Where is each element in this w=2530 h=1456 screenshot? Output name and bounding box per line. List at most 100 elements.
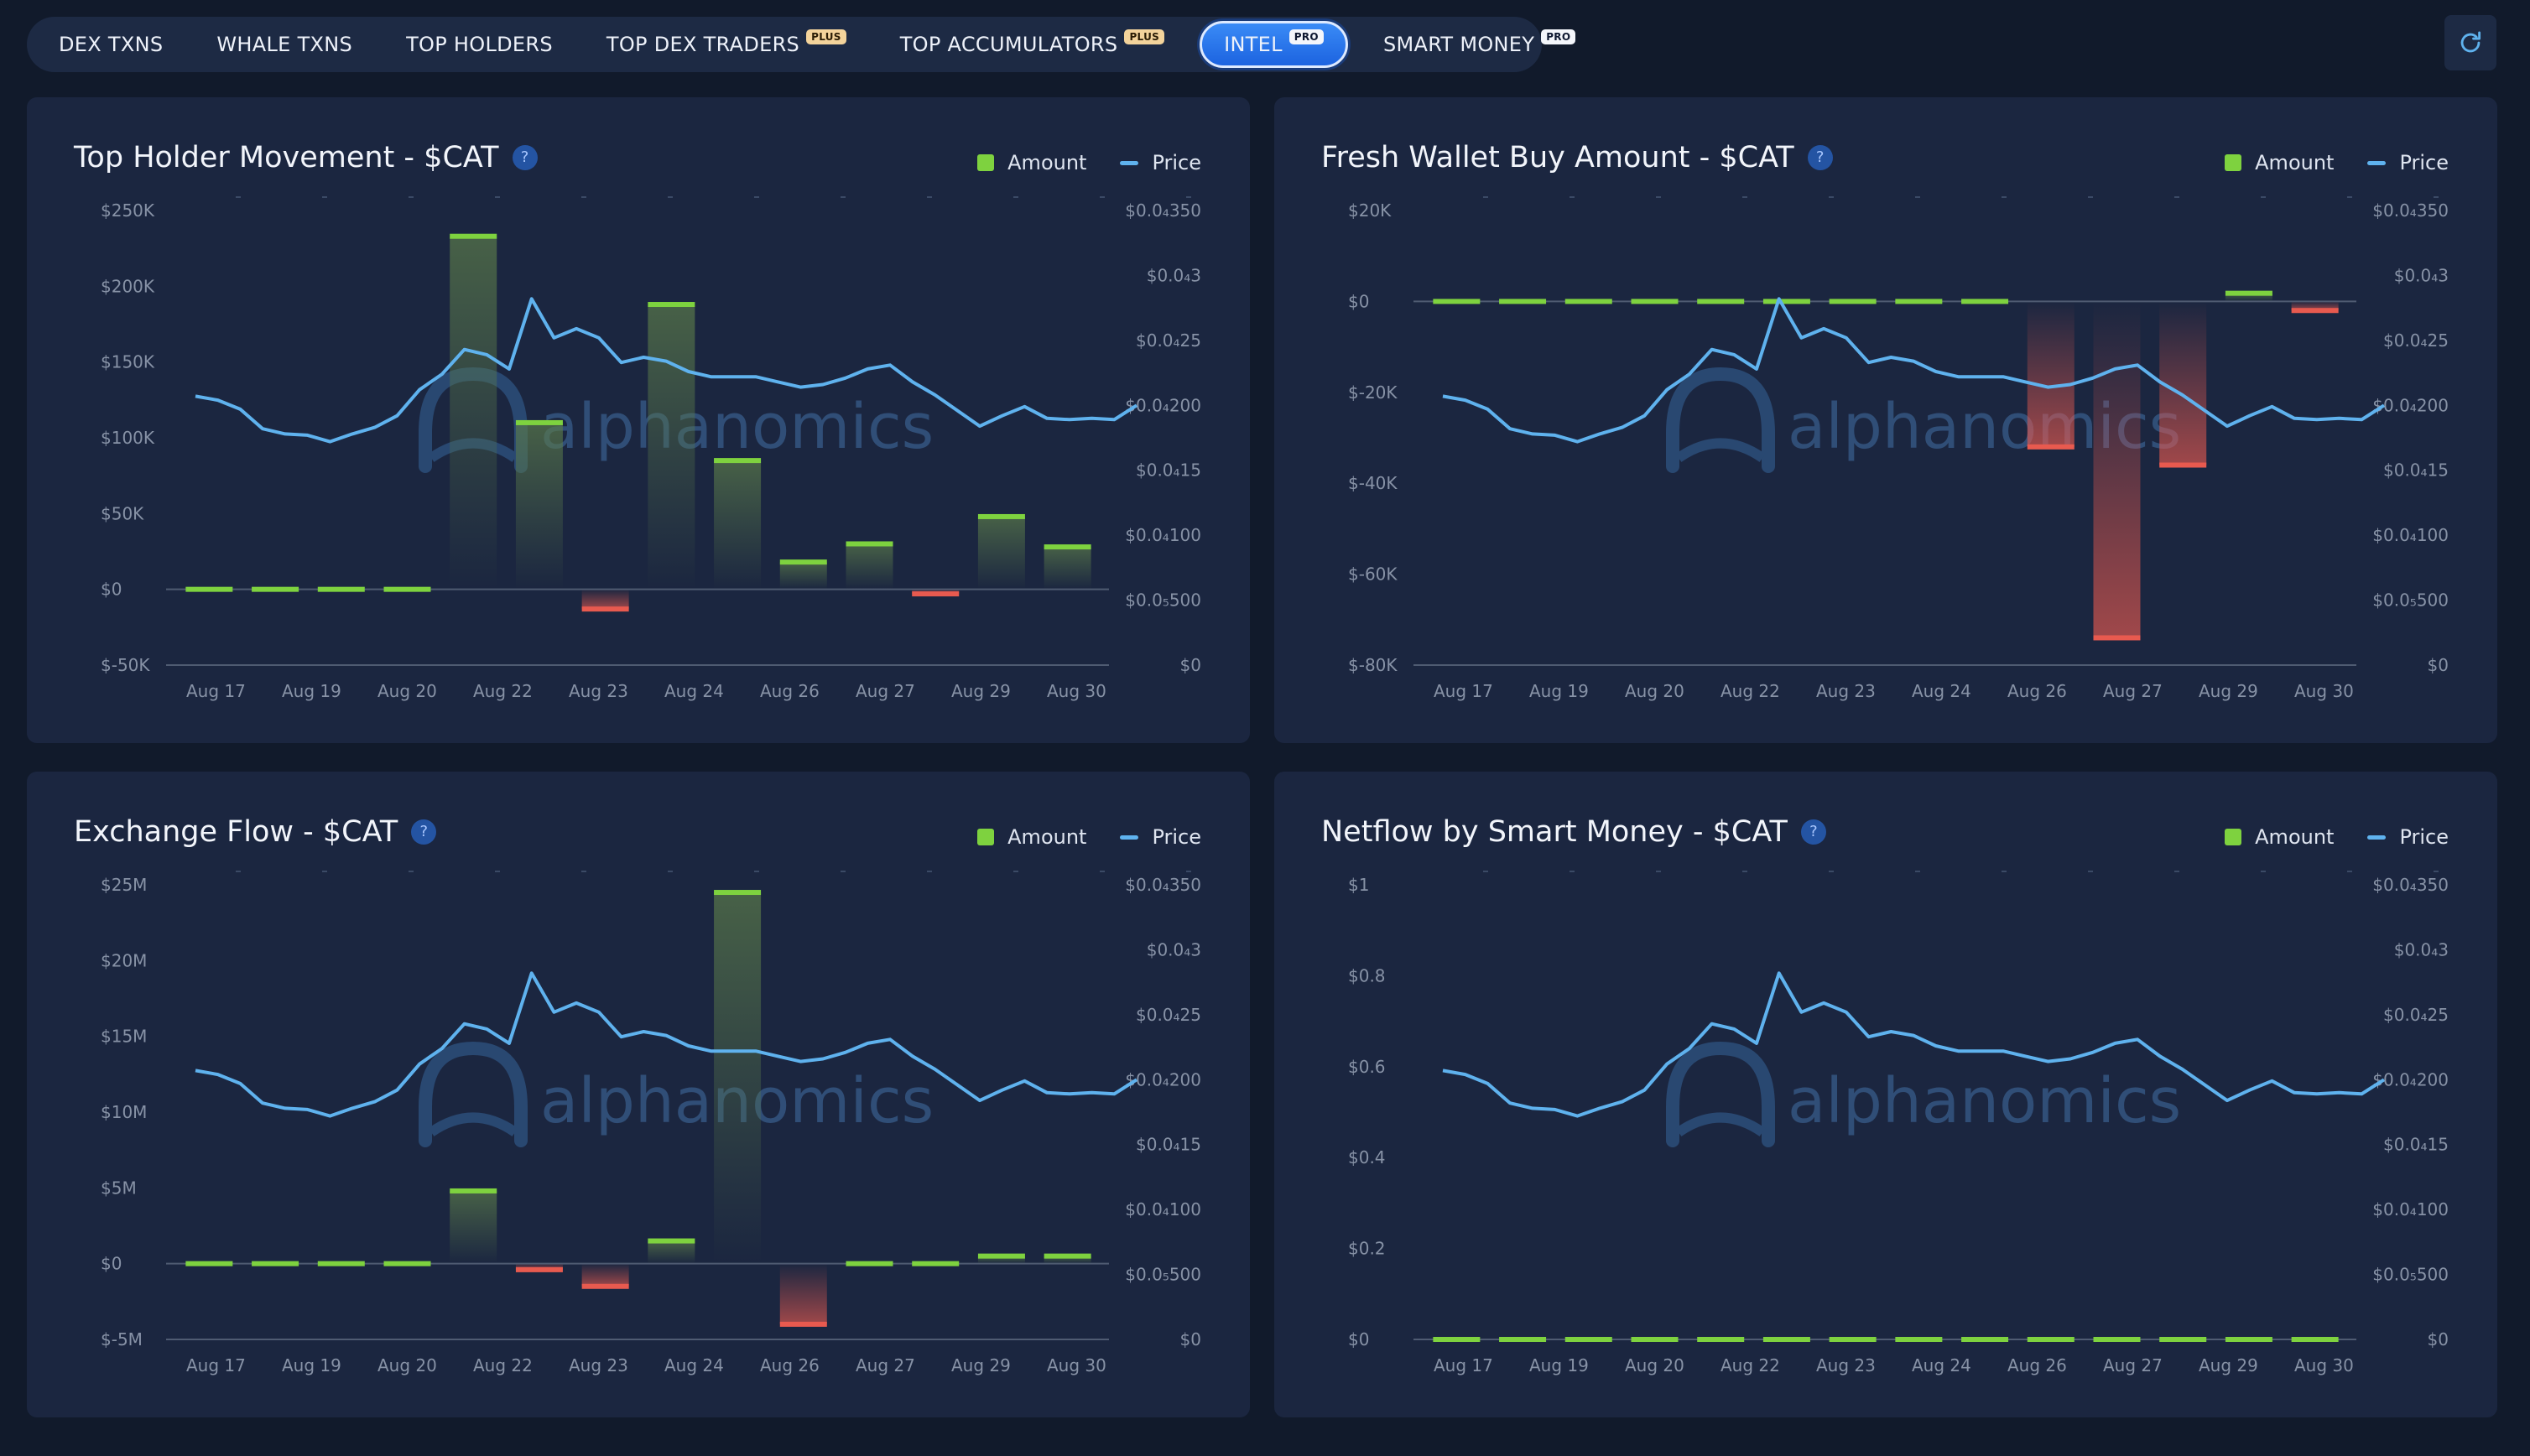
chart-netflow-smart-money: alphanomics $1 $0.8 $0.6 $0.4 $0.2 $0 $0.0₄350 $… [1348, 871, 2449, 1375]
x-tick-label: Aug 23 [1816, 1355, 1876, 1375]
x-tick-label: Aug 26 [760, 681, 820, 701]
tab-smart-money[interactable]: SMART MONEY PRO [1356, 21, 1602, 68]
tab-whale-txns[interactable]: WHALE TXNS [190, 21, 379, 68]
amount-bar-cap [1895, 299, 1943, 304]
watermark-text: alphanomics [1788, 1065, 2181, 1137]
watermark-logo-arc [1675, 438, 1766, 462]
amount-bar [846, 543, 893, 590]
price-tick-label: $0.0₄25 [2383, 330, 2449, 351]
price-tick-label: $0.0₄25 [1136, 330, 1201, 351]
y-tick-label: $-40K [1348, 473, 1398, 493]
amount-bar-cap [1044, 544, 1091, 550]
tab-label: DEX TXNS [59, 33, 164, 56]
amount-bar-cap [2093, 635, 2141, 641]
x-tick-label: Aug 29 [951, 681, 1011, 701]
x-tick-label: Aug 27 [2103, 1355, 2163, 1375]
price-tick-label: $0.0₄3 [2394, 939, 2449, 959]
amount-bar-cap [450, 1188, 497, 1193]
amount-bar-cap [1499, 299, 1547, 304]
amount-bar-cap [383, 1261, 431, 1266]
x-tick-label: Aug 24 [664, 681, 724, 701]
amount-bar-cap [1433, 299, 1481, 304]
watermark-logo-arc [1675, 1112, 1766, 1136]
tab-intel[interactable]: INTEL PRO [1200, 21, 1348, 68]
refresh-button[interactable] [2444, 15, 2496, 70]
amount-bar-cap [1762, 299, 1810, 304]
amount-bar-cap [714, 458, 762, 464]
x-tick-label: Aug 22 [1721, 681, 1780, 701]
price-tick-label: $0.0₄15 [1136, 1135, 1201, 1155]
tab-top-dex-traders[interactable]: TOP DEX TRADERS PLUS [580, 21, 873, 68]
price-tick-label: $0.0₄100 [2372, 1199, 2449, 1219]
amount-bar-cap [648, 302, 695, 308]
y-tick-label: $-60K [1348, 564, 1398, 585]
chart-card-fresh-wallet-buy: Fresh Wallet Buy Amount - $CAT? Amount P… [1274, 97, 2497, 743]
y-tick-label: $100K [101, 428, 155, 448]
x-tick-label: Aug 17 [1434, 681, 1493, 701]
amount-bar [2159, 301, 2207, 465]
x-tick-label: Aug 29 [2199, 1355, 2258, 1375]
tab-dex-txns[interactable]: DEX TXNS [32, 21, 190, 68]
x-tick-label: Aug 26 [760, 1355, 820, 1375]
y-tick-label: $0 [1348, 1329, 1369, 1349]
tab-top-accumulators[interactable]: TOP ACCUMULATORS PLUS [873, 21, 1191, 68]
watermark-text: alphanomics [540, 391, 934, 463]
tab-top-holders[interactable]: TOP HOLDERS [379, 21, 580, 68]
price-tick-label: $0.0₄3 [2394, 265, 2449, 285]
price-tick-label: $0.0₄15 [1136, 460, 1201, 481]
amount-bar-cap [912, 1261, 960, 1266]
amount-bar-cap [2225, 1337, 2272, 1342]
y-tick-label: $0.6 [1348, 1057, 1386, 1077]
price-tick-label: $0 [2428, 1329, 2449, 1349]
y-tick-label: $0 [101, 580, 122, 600]
tab-label: TOP ACCUMULATORS [899, 33, 1118, 56]
y-tick-label: $-20K [1348, 382, 1398, 403]
chart-exchange-flow: alphanomics $25M $20M $15M $10M $5M $0 $-5M $0.0… [101, 871, 1201, 1375]
amount-bar-cap [450, 233, 497, 239]
amount-bar-cap [1564, 1337, 1612, 1342]
x-tick-label: Aug 17 [186, 1355, 246, 1375]
amount-bar-cap [846, 1261, 893, 1266]
price-tick-label: $0.0₄15 [2383, 460, 2449, 481]
price-tick-label: $0.0₅500 [1125, 590, 1201, 611]
amount-bar-cap [252, 586, 299, 592]
amount-bar-cap [1564, 299, 1612, 304]
x-tick-label: Aug 19 [282, 1355, 341, 1375]
x-tick-label: Aug 20 [1625, 681, 1684, 701]
x-tick-label: Aug 24 [664, 1355, 724, 1375]
x-tick-label: Aug 26 [2007, 1355, 2067, 1375]
chart-card-top-holder-movement: Top Holder Movement - $CAT? Amount Price… [27, 97, 1250, 743]
watermark: alphanomics [419, 1041, 934, 1147]
price-tick-label: $0.0₅500 [2372, 590, 2449, 611]
amount-bar-cap [2027, 444, 2074, 450]
amount-bar-cap [1697, 1337, 1745, 1342]
amount-bar-cap [2291, 308, 2339, 314]
x-tick-label: Aug 20 [377, 681, 437, 701]
price-tick-label: $0 [1180, 655, 1201, 675]
x-tick-label: Aug 30 [2294, 681, 2354, 701]
x-tick-label: Aug 30 [1047, 681, 1106, 701]
x-tick-label: Aug 26 [2007, 681, 2067, 701]
price-tick-label: $0.0₄15 [2383, 1135, 2449, 1155]
amount-bar-cap [779, 559, 827, 565]
amount-bar [450, 236, 497, 590]
y-tick-label: $1 [1348, 875, 1369, 895]
amount-bar-cap [1631, 1337, 1679, 1342]
x-tick-label: Aug 27 [2103, 681, 2163, 701]
amount-bar-cap [1961, 299, 2009, 304]
amount-bar [581, 589, 629, 610]
x-tick-label: Aug 19 [1529, 681, 1589, 701]
tab-label: TOP DEX TRADERS [606, 33, 800, 56]
price-tick-label: $0 [2428, 655, 2449, 675]
watermark-logo-arc [428, 1112, 518, 1136]
amount-bar-cap [581, 1283, 629, 1289]
x-tick-label: Aug 27 [856, 681, 915, 701]
y-tick-label: $0.2 [1348, 1239, 1386, 1259]
amount-bar [515, 422, 563, 590]
pro-badge: PRO [1288, 29, 1324, 44]
x-tick-label: Aug 19 [282, 681, 341, 701]
x-tick-label: Aug 22 [473, 681, 533, 701]
amount-bar [714, 460, 762, 590]
price-tick-label: $0.0₄3 [1147, 939, 1201, 959]
amount-bar-cap [1433, 1337, 1481, 1342]
